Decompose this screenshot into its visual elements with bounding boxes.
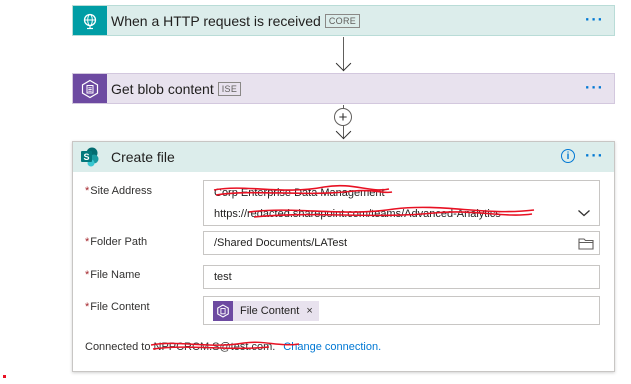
file-content-token[interactable]: File Content × <box>213 301 319 321</box>
get-blob-header[interactable]: Get blob content ISE ··· <box>73 74 614 103</box>
red-dot-mark <box>3 375 6 378</box>
ise-badge: ISE <box>217 81 242 96</box>
token-remove-icon[interactable]: × <box>306 305 312 317</box>
file-name-value: test <box>214 271 232 283</box>
blob-storage-token-icon <box>213 301 233 321</box>
change-connection-link[interactable]: Change connection. <box>283 341 381 353</box>
folder-path-label: *Folder Path <box>85 236 148 248</box>
create-file-more-menu[interactable]: ··· <box>585 148 604 166</box>
http-trigger-card[interactable]: When a HTTP request is received CORE ··· <box>72 5 615 36</box>
site-address-line1: Corp Enterprise Data Management <box>214 187 385 199</box>
required-marker: * <box>85 236 90 248</box>
required-marker: * <box>85 301 90 313</box>
file-name-input[interactable]: test <box>203 265 600 289</box>
http-trigger-title: When a HTTP request is received <box>111 12 321 29</box>
get-blob-title: Get blob content <box>111 80 214 97</box>
required-marker: * <box>85 269 90 281</box>
get-blob-card[interactable]: Get blob content ISE ··· <box>72 73 615 104</box>
chevron-down-icon[interactable] <box>577 208 591 218</box>
blob-storage-icon <box>73 74 107 103</box>
http-trigger-header[interactable]: When a HTTP request is received CORE ··· <box>73 6 614 35</box>
file-content-token-label: File Content <box>240 305 300 317</box>
connection-info: Connected to NPPCRCM.S@test.com. Change c… <box>85 341 381 353</box>
http-request-icon <box>73 6 107 35</box>
file-content-input[interactable]: File Content × <box>203 296 600 325</box>
folder-path-input[interactable]: /Shared Documents/LATest <box>203 231 600 255</box>
connection-account: NPPCRCM.S@test.com. <box>153 341 276 353</box>
required-marker: * <box>85 185 90 197</box>
site-address-dropdown[interactable]: Corp Enterprise Data Management https://… <box>203 180 600 226</box>
core-badge: CORE <box>324 13 361 28</box>
connector-arrow-2-icon <box>335 123 352 140</box>
create-file-card: S Create file i ··· *Site Address Corp E… <box>72 141 615 372</box>
svg-text:S: S <box>83 152 89 162</box>
sharepoint-icon: S <box>73 142 107 172</box>
file-content-label: *File Content <box>85 301 150 313</box>
trigger-more-menu[interactable]: ··· <box>585 11 604 29</box>
file-name-label: *File Name <box>85 269 141 281</box>
create-file-title: Create file <box>111 149 175 165</box>
connector-arrow-1-icon <box>335 55 352 72</box>
site-address-line2: https://redacted.sharepoint.com/teams/Ad… <box>214 208 501 220</box>
site-address-label: *Site Address <box>85 185 153 197</box>
folder-icon[interactable] <box>578 237 594 250</box>
folder-path-value: /Shared Documents/LATest <box>214 237 348 249</box>
connection-prefix: Connected to <box>85 341 151 353</box>
info-icon[interactable]: i <box>561 149 575 163</box>
blob-more-menu[interactable]: ··· <box>585 79 604 97</box>
create-file-header[interactable]: S Create file i ··· <box>73 142 614 172</box>
